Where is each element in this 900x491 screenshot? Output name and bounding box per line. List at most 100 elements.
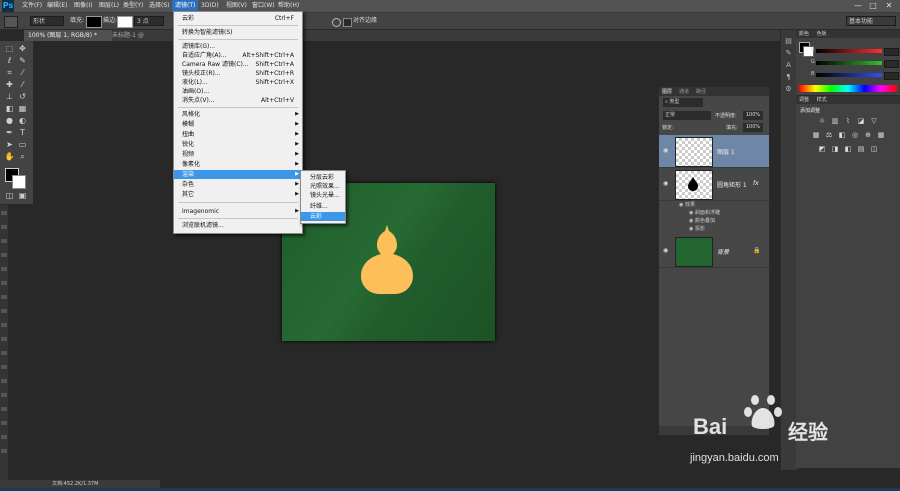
lasso-tool-icon[interactable]: ℓ bbox=[4, 56, 15, 66]
eyedropper-tool-icon[interactable]: ⁄ bbox=[17, 68, 28, 78]
lookup-icon[interactable]: ▦ bbox=[877, 132, 885, 139]
menu-select[interactable]: 选择(S) bbox=[146, 0, 173, 12]
menu-item-fibers[interactable]: 纤维... bbox=[301, 202, 345, 211]
color-balance-icon[interactable]: ⚖ bbox=[825, 132, 833, 139]
threshold-icon[interactable]: ◧ bbox=[844, 146, 852, 153]
posterize-icon[interactable]: ◨ bbox=[831, 146, 839, 153]
eye-icon[interactable]: ◉ bbox=[663, 180, 668, 187]
red-value[interactable] bbox=[884, 48, 899, 56]
menu-item-clouds-last[interactable]: 云彩 Ctrl+F bbox=[174, 14, 302, 23]
menu-item-distort[interactable]: 扭曲 ▶ bbox=[174, 130, 302, 139]
brush-tool-icon[interactable]: ⁄ bbox=[17, 80, 28, 90]
vibrance-icon[interactable]: ▽ bbox=[870, 118, 878, 125]
effect-drop-shadow[interactable]: ◉ 投影 bbox=[689, 225, 705, 232]
menu-item-video[interactable]: 视频 ▶ bbox=[174, 150, 302, 159]
menu-item-blur[interactable]: 模糊 ▶ bbox=[174, 120, 302, 129]
screen-mode-icon[interactable]: ▣ bbox=[17, 191, 28, 201]
menu-edit[interactable]: 编辑(E) bbox=[44, 0, 70, 12]
curves-icon[interactable]: ⌇ bbox=[844, 118, 852, 125]
menu-item-stylize[interactable]: 风格化 ▶ bbox=[174, 110, 302, 119]
marquee-tool-icon[interactable]: ⬚ bbox=[4, 44, 15, 54]
path-select-tool-icon[interactable]: ➤ bbox=[4, 140, 15, 150]
menu-item-other[interactable]: 其它 ▶ bbox=[174, 190, 302, 199]
type-tool-icon[interactable]: T bbox=[17, 128, 28, 138]
channel-mixer-icon[interactable]: ⊕ bbox=[864, 132, 872, 139]
layer-row-rounded-rect[interactable]: ◉ 圆角矩形 1 fx bbox=[659, 168, 769, 201]
green-slider[interactable] bbox=[816, 61, 882, 65]
properties-icon[interactable]: ⚙ bbox=[784, 86, 793, 93]
fill-swatch[interactable] bbox=[86, 16, 102, 28]
menu-item-liquify[interactable]: 液化(L)... Shift+Ctrl+X bbox=[174, 78, 302, 87]
menu-image[interactable]: 图像(I) bbox=[71, 0, 95, 12]
menu-layer[interactable]: 图层(L) bbox=[96, 0, 122, 12]
menu-item-camera-raw[interactable]: Camera Raw 滤镜(C)... Shift+Ctrl+A bbox=[174, 60, 302, 69]
healing-tool-icon[interactable]: ✚ bbox=[4, 80, 15, 90]
move-tool-icon[interactable]: ✥ bbox=[17, 44, 28, 54]
tab-swatches[interactable]: 色板 bbox=[817, 31, 827, 37]
layer-filter-select[interactable]: ⌕ 类型 bbox=[663, 98, 703, 107]
menu-item-oil-paint[interactable]: 油画(O)... bbox=[174, 87, 302, 96]
tab-adjustments[interactable]: 调整 bbox=[799, 97, 809, 103]
dodge-tool-icon[interactable]: ◐ bbox=[17, 116, 28, 126]
menu-item-lighting-effects[interactable]: 光照效果... bbox=[301, 182, 345, 191]
menu-item-lens-correction[interactable]: 镜头校正(R)... Shift+Ctrl+R bbox=[174, 69, 302, 78]
hue-icon[interactable]: ▦ bbox=[812, 132, 820, 139]
effects-group[interactable]: ◉ 效果 bbox=[679, 201, 695, 208]
fx-icon[interactable]: fx bbox=[753, 180, 759, 187]
character-icon[interactable]: A bbox=[784, 62, 793, 69]
exposure-icon[interactable]: ◪ bbox=[857, 118, 865, 125]
levels-icon[interactable]: ▥ bbox=[831, 118, 839, 125]
brush-preset-icon[interactable]: ✎ bbox=[784, 50, 793, 57]
menu-item-sharpen[interactable]: 锐化 ▶ bbox=[174, 140, 302, 149]
tab-layers[interactable]: 图层 bbox=[662, 88, 672, 95]
opacity-input[interactable]: 100% bbox=[743, 111, 763, 120]
eraser-tool-icon[interactable]: ◧ bbox=[4, 104, 15, 114]
effect-bevel[interactable]: ◉ 斜面和浮雕 bbox=[689, 209, 720, 216]
stroke-size-input[interactable]: 3 点 bbox=[134, 16, 164, 26]
history-brush-tool-icon[interactable]: ↺ bbox=[17, 92, 28, 102]
align-edges-checkbox[interactable] bbox=[343, 18, 352, 27]
paragraph-icon[interactable]: ¶ bbox=[784, 74, 793, 81]
menu-type[interactable]: 类型(Y) bbox=[120, 0, 146, 12]
green-value[interactable] bbox=[884, 60, 899, 68]
menu-item-imagenomic[interactable]: Imagenomic ▶ bbox=[174, 207, 302, 216]
layer-row-background[interactable]: ◉ 背景 🔒 bbox=[659, 235, 769, 268]
tab-styles[interactable]: 样式 bbox=[817, 97, 827, 103]
color-spectrum[interactable] bbox=[799, 85, 897, 92]
menu-item-vanishing-point[interactable]: 消失点(V)... Alt+Ctrl+V bbox=[174, 96, 302, 105]
blue-value[interactable] bbox=[884, 72, 899, 80]
minimize-icon[interactable]: — bbox=[852, 1, 864, 11]
blend-mode-select[interactable]: 正常 bbox=[663, 111, 711, 120]
effect-color-overlay[interactable]: ◉ 颜色叠加 bbox=[689, 217, 715, 224]
layer-row-layer1[interactable]: ◉ 图层 1 bbox=[659, 135, 769, 168]
menu-item-convert-smart[interactable]: 转换为智能滤镜(S) bbox=[174, 28, 302, 37]
gear-icon[interactable] bbox=[332, 18, 341, 27]
menu-item-lens-flare[interactable]: 镜头光晕... bbox=[301, 191, 345, 200]
menu-item-noise[interactable]: 杂色 ▶ bbox=[174, 180, 302, 189]
eye-icon[interactable]: ◉ bbox=[663, 247, 668, 254]
gourd-shape[interactable] bbox=[359, 225, 415, 295]
zoom-tool-icon[interactable]: ⌕ bbox=[17, 152, 28, 162]
tab-active[interactable]: 100% (图层 1, RGB/8) * bbox=[24, 30, 112, 41]
menu-item-filter-gallery[interactable]: 滤镜库(G)... bbox=[174, 42, 302, 51]
quick-mask-icon[interactable]: ◫ bbox=[4, 191, 15, 201]
shape-tool-icon[interactable]: ▭ bbox=[17, 140, 28, 150]
blur-tool-icon[interactable]: ● bbox=[4, 116, 15, 126]
close-icon[interactable]: ✕ bbox=[883, 1, 895, 11]
selective-color-icon[interactable]: ◫ bbox=[870, 146, 878, 153]
tab-paths[interactable]: 路径 bbox=[696, 88, 706, 95]
hand-tool-icon[interactable]: ✋ bbox=[4, 152, 15, 162]
menu-item-difference-clouds[interactable]: 分层云彩 bbox=[301, 173, 345, 182]
gradient-map-icon[interactable]: ▤ bbox=[857, 146, 865, 153]
tab-color[interactable]: 颜色 bbox=[799, 31, 809, 37]
photo-filter-icon[interactable]: ◎ bbox=[851, 132, 859, 139]
gradient-tool-icon[interactable]: ▦ bbox=[17, 104, 28, 114]
pen-tool-icon[interactable]: ✒ bbox=[4, 128, 15, 138]
stroke-swatch[interactable] bbox=[117, 16, 133, 28]
menu-item-browse-online[interactable]: 浏览联机滤镜... bbox=[174, 221, 302, 230]
menu-item-pixelate[interactable]: 像素化 ▶ bbox=[174, 160, 302, 169]
mode-select[interactable]: 形状 bbox=[30, 16, 64, 26]
menu-file[interactable]: 文件(F) bbox=[19, 0, 45, 12]
red-slider[interactable] bbox=[816, 49, 882, 53]
stamp-tool-icon[interactable]: ⊥ bbox=[4, 92, 15, 102]
